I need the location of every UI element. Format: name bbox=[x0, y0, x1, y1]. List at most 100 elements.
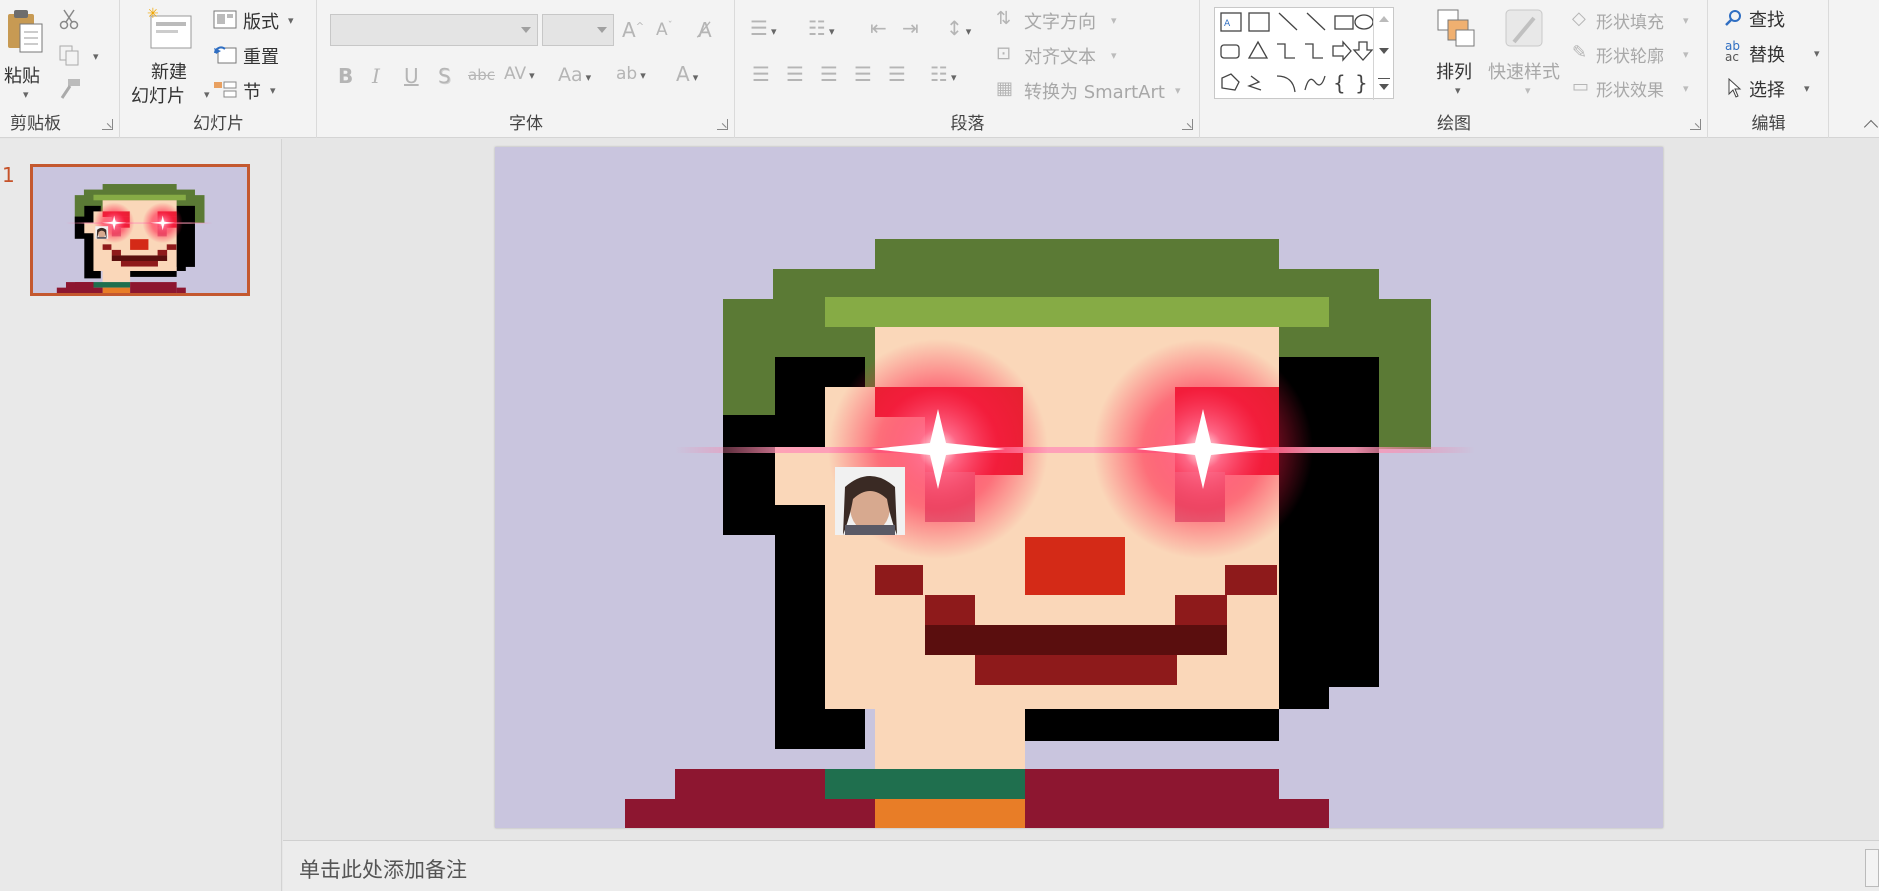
char-spacing-icon[interactable]: AV ▾ bbox=[504, 64, 535, 84]
bold-icon[interactable]: B bbox=[338, 64, 353, 88]
new-slide-button[interactable]: ✳ 新建 幻灯片 ▾ bbox=[131, 4, 211, 107]
justify-icon[interactable]: ☰ bbox=[854, 62, 872, 86]
slides-group-label: 幻灯片 bbox=[193, 114, 244, 134]
replace-label: 替换 bbox=[1749, 45, 1785, 66]
align-center-icon[interactable]: ☰ bbox=[786, 62, 804, 86]
pixel-art-picture[interactable] bbox=[495, 147, 1663, 828]
text-direction-button[interactable]: ⇅ 文字方向 ▾ bbox=[996, 8, 1196, 34]
group-slides: ✳ 新建 幻灯片 ▾ 版式 ▾ 重置 节 ▾ 幻灯片 bbox=[121, 0, 317, 138]
svg-text:A: A bbox=[1224, 19, 1231, 29]
group-paragraph: ☰ ▾ ☷ ▾ ⇤ ⇥ ↕ ▾ ☰ ☰ ☰ ☰ ☰ ☷ ▾ ⇅ 文字方向 ▾ ⊡ 对齐文… bbox=[736, 0, 1200, 138]
gallery-down-icon[interactable] bbox=[1379, 48, 1389, 54]
new-slide-label-2: 幻灯片 bbox=[131, 86, 185, 107]
font-size-combobox[interactable] bbox=[542, 14, 614, 46]
strikethrough-icon[interactable]: abc bbox=[468, 66, 495, 84]
font-name-combobox[interactable] bbox=[330, 14, 538, 46]
convert-smartart-dropdown-icon: ▾ bbox=[1175, 84, 1181, 97]
shape-outline-button[interactable]: ✎ 形状轮廓 ▾ bbox=[1572, 42, 1702, 68]
increase-font-icon[interactable]: A^ bbox=[622, 18, 644, 42]
shape-gallery-icons: A { } bbox=[1220, 12, 1374, 95]
shape-effects-icon: ▭ bbox=[1572, 76, 1590, 97]
distributed-icon[interactable]: ☰ bbox=[888, 62, 906, 86]
copy-icon[interactable] bbox=[58, 44, 80, 66]
paragraph-launcher-icon[interactable] bbox=[1182, 119, 1193, 130]
clipboard-launcher-icon[interactable] bbox=[102, 119, 113, 130]
convert-smartart-button[interactable]: ▦ 转换为 SmartArt ▾ bbox=[996, 78, 1196, 104]
text-direction-label: 文字方向 bbox=[1024, 12, 1096, 33]
section-icon bbox=[214, 81, 237, 98]
decrease-indent-icon[interactable]: ⇤ bbox=[870, 16, 887, 40]
paragraph-group-label: 段落 bbox=[950, 114, 985, 134]
quick-styles-label: 快速样式 bbox=[1488, 62, 1560, 83]
shape-fill-dropdown-icon: ▾ bbox=[1683, 14, 1689, 27]
slide-editing-area bbox=[283, 139, 1879, 839]
drawing-group-label: 绘图 bbox=[1437, 114, 1471, 134]
copy-dropdown-icon[interactable]: ▾ bbox=[93, 50, 99, 63]
quick-styles-icon bbox=[1505, 9, 1543, 47]
notes-scrollbar[interactable] bbox=[1865, 849, 1879, 887]
shape-gallery-scroll[interactable] bbox=[1373, 8, 1393, 100]
new-slide-dropdown-icon[interactable]: ▾ bbox=[204, 88, 210, 101]
format-painter-icon[interactable] bbox=[58, 78, 82, 100]
clear-formatting-icon[interactable]: A̸ bbox=[698, 18, 712, 42]
section-dropdown-icon: ▾ bbox=[270, 84, 276, 97]
align-right-icon[interactable]: ☰ bbox=[820, 62, 838, 86]
align-left-icon[interactable]: ☰ bbox=[752, 62, 770, 86]
find-button[interactable]: 查找 bbox=[1725, 6, 1825, 32]
svg-text:}: } bbox=[1355, 71, 1368, 95]
shape-fill-label: 形状填充 bbox=[1596, 13, 1664, 33]
paste-button[interactable]: 粘贴 ▾ bbox=[2, 6, 46, 101]
paste-icon bbox=[8, 10, 43, 53]
arrange-icon bbox=[1437, 9, 1475, 47]
italic-icon[interactable]: I bbox=[372, 64, 380, 88]
shape-effects-dropdown-icon: ▾ bbox=[1683, 82, 1689, 95]
notes-placeholder[interactable]: 单击此处添加备注 bbox=[299, 854, 467, 884]
underline-icon[interactable]: U bbox=[404, 64, 419, 88]
svg-text:{: { bbox=[1333, 71, 1346, 95]
bullets-icon[interactable]: ☰ ▾ bbox=[750, 16, 776, 40]
replace-button[interactable]: ab ac 替换 ▾ bbox=[1725, 40, 1825, 67]
select-dropdown-icon: ▾ bbox=[1804, 82, 1810, 95]
paste-label: 粘贴 bbox=[4, 66, 40, 87]
slide-number: 1 bbox=[2, 163, 15, 187]
layout-button[interactable]: 版式 ▾ bbox=[213, 8, 313, 34]
decrease-font-icon[interactable]: Aˇ bbox=[656, 20, 673, 40]
notes-pane[interactable]: 单击此处添加备注 bbox=[283, 840, 1879, 891]
columns-icon[interactable]: ☷ ▾ bbox=[930, 62, 956, 86]
change-case-icon[interactable]: Aa ▾ bbox=[558, 64, 591, 86]
line-spacing-icon[interactable]: ↕ ▾ bbox=[946, 16, 971, 40]
select-cursor-icon bbox=[1728, 78, 1742, 98]
font-color-icon[interactable]: A ▾ bbox=[676, 62, 698, 86]
align-text-button[interactable]: ⊡ 对齐文本 ▾ bbox=[996, 43, 1196, 69]
shape-effects-button[interactable]: ▭ 形状效果 ▾ bbox=[1572, 76, 1702, 102]
increase-indent-icon[interactable]: ⇥ bbox=[902, 16, 919, 40]
find-label: 查找 bbox=[1749, 10, 1785, 31]
layout-label: 版式 bbox=[243, 12, 279, 33]
new-slide-label-1: 新建 bbox=[151, 62, 187, 83]
slide-thumbnail-1[interactable] bbox=[30, 164, 250, 296]
cut-icon[interactable] bbox=[58, 8, 80, 30]
font-launcher-icon[interactable] bbox=[717, 119, 728, 130]
numbering-icon[interactable]: ☷ ▾ bbox=[808, 16, 834, 40]
group-font: A^ Aˇ A̸ B I U S abc AV ▾ Aa ▾ ab ▾ A ▾ 字体 bbox=[318, 0, 735, 138]
paste-dropdown-icon[interactable]: ▾ bbox=[23, 88, 29, 101]
gallery-more-icon[interactable] bbox=[1378, 78, 1390, 79]
gallery-up-icon[interactable] bbox=[1379, 16, 1389, 22]
select-label: 选择 bbox=[1749, 80, 1785, 101]
arrange-label: 排列 bbox=[1436, 62, 1472, 83]
shadow-icon[interactable]: S bbox=[438, 64, 451, 88]
quick-styles-button[interactable]: 快速样式 ▾ bbox=[1488, 8, 1564, 104]
shape-fill-button[interactable]: ◇ 形状填充 ▾ bbox=[1572, 8, 1702, 34]
drawing-launcher-icon[interactable] bbox=[1690, 119, 1701, 130]
section-label: 节 bbox=[243, 82, 261, 103]
collapse-ribbon-icon[interactable] bbox=[1863, 119, 1879, 135]
thumbnail-pane: 1 bbox=[0, 139, 282, 891]
svg-text:✳: ✳ bbox=[147, 6, 159, 22]
arrange-button[interactable]: 排列 ▾ bbox=[1426, 8, 1484, 104]
select-button[interactable]: 选择 ▾ bbox=[1725, 76, 1825, 102]
slide-canvas[interactable] bbox=[495, 147, 1663, 828]
highlight-icon[interactable]: ab ▾ bbox=[616, 64, 646, 84]
shape-gallery[interactable]: A { } bbox=[1214, 7, 1394, 100]
reset-button[interactable]: 重置 bbox=[213, 43, 313, 69]
section-button[interactable]: 节 ▾ bbox=[213, 78, 313, 104]
